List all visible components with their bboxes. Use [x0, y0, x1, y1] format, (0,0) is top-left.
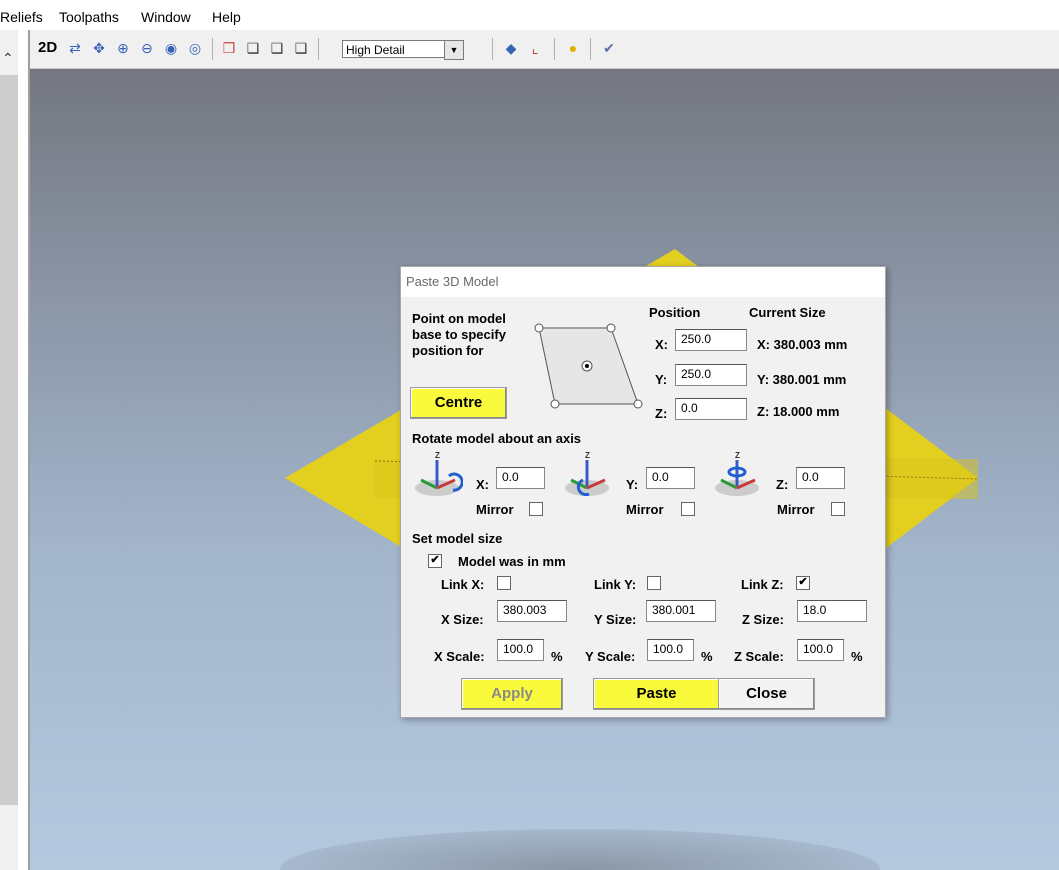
- centre-button[interactable]: Centre: [410, 387, 507, 419]
- link-y-checkbox[interactable]: [647, 576, 661, 590]
- svg-text:Z: Z: [585, 451, 590, 460]
- rotate-z-axis-icon: Z: [715, 451, 759, 496]
- zoom-in-icon[interactable]: ⊕: [114, 39, 132, 57]
- toolbar-separator: [212, 38, 213, 60]
- toolbar-separator: [590, 38, 591, 60]
- menu-help[interactable]: Help: [212, 9, 241, 25]
- view-toolbar: 2D ⇄ ✥ ⊕ ⊖ ◉ ◎ ❒ ❑ ❑ ❑ High Detail ▼ ◆ ⌞…: [30, 30, 1059, 69]
- rotate-y-axis-icon: Z: [565, 451, 609, 497]
- detail-level-select[interactable]: High Detail ▼: [342, 40, 464, 60]
- mirror-y-checkbox[interactable]: [681, 502, 695, 516]
- z-scale-input[interactable]: 100.0: [797, 639, 844, 661]
- light-icon[interactable]: ●: [564, 39, 582, 57]
- axes-icon[interactable]: ⌞: [526, 39, 544, 57]
- menu-toolpaths[interactable]: Toolpaths: [59, 9, 119, 25]
- mirror-x-checkbox[interactable]: [529, 502, 543, 516]
- rotate-y-input[interactable]: 0.0: [646, 467, 695, 489]
- rotate-x-axis-icon: Z: [415, 451, 463, 496]
- toolbar-separator: [492, 38, 493, 60]
- toolbar-separator: [318, 38, 319, 60]
- current-size-x: X: 380.003 mm: [757, 337, 848, 352]
- point-on-base-label: Point on model base to specify position …: [412, 311, 506, 358]
- rotate-z-input[interactable]: 0.0: [796, 467, 845, 489]
- rot-y-label: Y:: [626, 477, 639, 492]
- pos-y-label: Y:: [655, 372, 668, 387]
- close-button[interactable]: Close: [718, 678, 815, 710]
- link-y-label: Link Y:: [594, 577, 637, 592]
- model-mm-checkbox[interactable]: ✔: [428, 554, 442, 568]
- scroll-up-icon[interactable]: ⌃: [2, 50, 14, 67]
- corner-point-top-right[interactable]: [606, 323, 616, 333]
- apply-button[interactable]: Apply: [461, 678, 563, 710]
- z-size-input[interactable]: 18.0: [797, 600, 867, 622]
- pan-icon[interactable]: ✥: [90, 39, 108, 57]
- shaded-view-icon[interactable]: ◆: [502, 39, 520, 57]
- menu-window[interactable]: Window: [141, 9, 191, 25]
- corner-point-top-left[interactable]: [534, 323, 544, 333]
- toolbar-separator: [554, 38, 555, 60]
- view-side-icon[interactable]: ❑: [268, 39, 286, 57]
- paste-3d-model-dialog: Paste 3D Model Point on model base to sp…: [400, 266, 886, 718]
- rotate-icon[interactable]: ⇄: [66, 39, 84, 57]
- view-iso-icon[interactable]: ❒: [220, 39, 238, 57]
- mirror-x-label: Mirror: [476, 502, 514, 517]
- corner-point-bottom-left[interactable]: [550, 399, 560, 409]
- zoom-out-icon[interactable]: ⊖: [138, 39, 156, 57]
- mirror-z-label: Mirror: [777, 502, 815, 517]
- view-top-icon[interactable]: ❑: [292, 39, 310, 57]
- set-size-header: Set model size: [412, 531, 503, 546]
- link-z-checkbox[interactable]: ✔: [796, 576, 810, 590]
- left-panel-scrollbar[interactable]: ⌃: [0, 30, 18, 870]
- view-2d-button[interactable]: 2D: [38, 39, 57, 56]
- corner-point-bottom-right[interactable]: [633, 399, 643, 409]
- menu-reliefs[interactable]: Reliefs: [0, 9, 43, 25]
- current-size-header: Current Size: [749, 305, 826, 320]
- y-size-label: Y Size:: [594, 612, 637, 627]
- zoom-region-icon[interactable]: ◉: [162, 39, 180, 57]
- model-mm-label: Model was in mm: [458, 554, 566, 569]
- link-z-label: Link Z:: [741, 577, 784, 592]
- detail-level-value: High Detail: [346, 43, 405, 57]
- menu-bar: Reliefs Toolpaths Window Help: [0, 0, 1059, 30]
- rotate-header: Rotate model about an axis: [412, 431, 582, 446]
- mirror-z-checkbox[interactable]: [831, 502, 845, 516]
- x-scale-percent: %: [551, 649, 563, 664]
- material-icon[interactable]: ✔: [600, 39, 618, 57]
- link-x-checkbox[interactable]: [497, 576, 511, 590]
- dialog-title: Paste 3D Model: [401, 267, 885, 297]
- view-front-icon[interactable]: ❑: [244, 39, 262, 57]
- x-scale-input[interactable]: 100.0: [497, 639, 544, 661]
- pos-z-label: Z:: [655, 406, 668, 421]
- x-size-input[interactable]: 380.003: [497, 600, 567, 622]
- z-scale-percent: %: [851, 649, 863, 664]
- position-z-input[interactable]: 0.0: [675, 398, 747, 420]
- x-size-label: X Size:: [441, 612, 484, 627]
- current-size-y: Y: 380.001 mm: [757, 372, 847, 387]
- zoom-fit-icon[interactable]: ◎: [186, 39, 204, 57]
- centre-point-selected: [585, 364, 589, 368]
- current-size-z: Z: 18.000 mm: [757, 404, 840, 419]
- pos-x-label: X:: [655, 337, 668, 352]
- position-y-input[interactable]: 250.0: [675, 364, 747, 386]
- rot-x-label: X:: [476, 477, 489, 492]
- rot-z-label: Z:: [776, 477, 789, 492]
- z-size-label: Z Size:: [742, 612, 784, 627]
- position-x-input[interactable]: 250.0: [675, 329, 747, 351]
- base-point-selector[interactable]: [531, 322, 646, 412]
- y-size-input[interactable]: 380.001: [646, 600, 716, 622]
- z-scale-label: Z Scale:: [734, 649, 784, 664]
- scroll-thumb[interactable]: [0, 75, 18, 805]
- paste-button[interactable]: Paste: [593, 678, 720, 710]
- y-scale-label: Y Scale:: [585, 649, 636, 664]
- chevron-down-icon[interactable]: ▼: [444, 40, 464, 60]
- position-header: Position: [649, 305, 701, 320]
- x-scale-label: X Scale:: [434, 649, 485, 664]
- y-scale-input[interactable]: 100.0: [647, 639, 694, 661]
- svg-text:Z: Z: [735, 451, 740, 460]
- rotate-x-input[interactable]: 0.0: [496, 467, 545, 489]
- svg-text:Z: Z: [435, 451, 440, 460]
- mirror-y-label: Mirror: [626, 502, 664, 517]
- y-scale-percent: %: [701, 649, 713, 664]
- link-x-label: Link X:: [441, 577, 485, 592]
